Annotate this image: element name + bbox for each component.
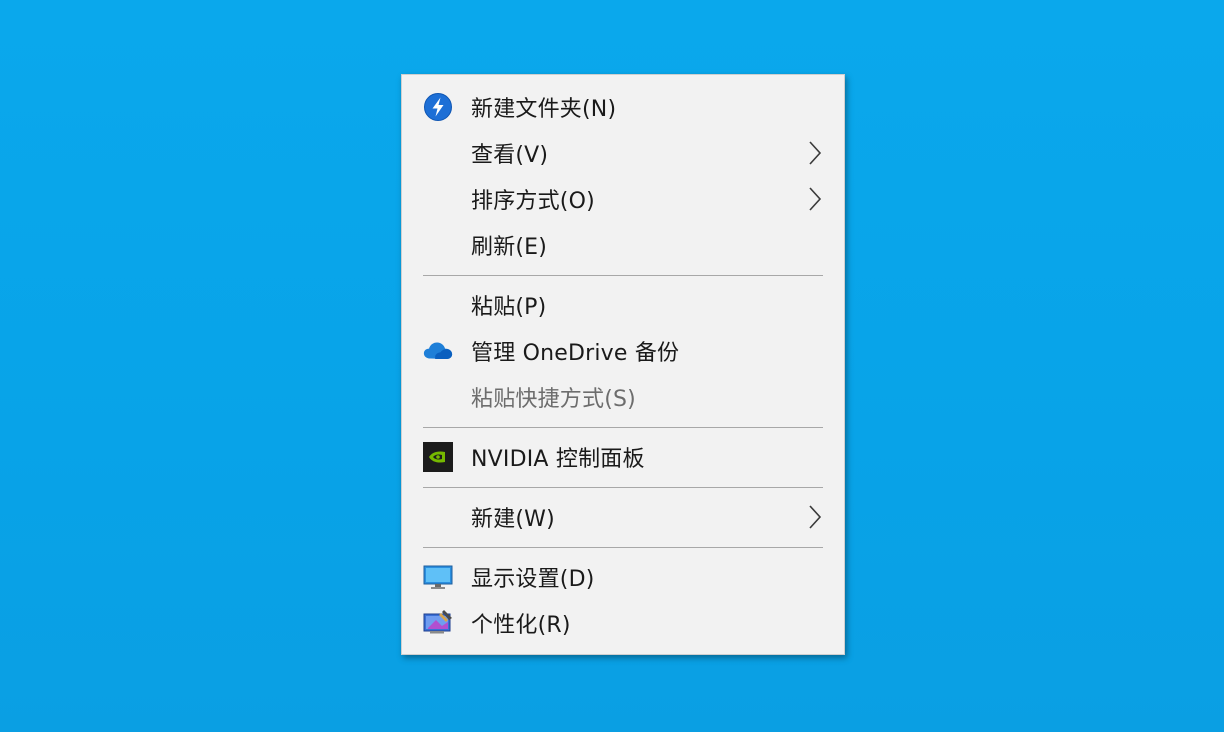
menu-item-paste[interactable]: 粘贴(P) xyxy=(402,282,844,328)
menu-item-view[interactable]: 查看(V) xyxy=(402,130,844,176)
menu-item-label: 粘贴(P) xyxy=(471,295,547,320)
menu-item-label: 排序方式(O) xyxy=(471,189,595,214)
menu-item-new[interactable]: 新建(W) xyxy=(402,494,844,540)
menu-item-label: 新建文件夹(N) xyxy=(471,97,617,122)
cloud-icon xyxy=(422,335,454,367)
menu-item-label: 粘贴快捷方式(S) xyxy=(471,387,636,412)
lightning-badge-icon xyxy=(422,91,454,123)
menu-item-sort-by[interactable]: 排序方式(O) xyxy=(402,176,844,222)
chevron-right-icon xyxy=(806,503,824,531)
menu-item-label: NVIDIA 控制面板 xyxy=(471,447,645,472)
nvidia-logo-icon xyxy=(422,441,454,473)
menu-item-label: 刷新(E) xyxy=(471,235,548,260)
menu-separator xyxy=(423,275,823,276)
menu-item-label: 个性化(R) xyxy=(471,613,571,638)
menu-item-onedrive-backup[interactable]: 管理 OneDrive 备份 xyxy=(402,328,844,374)
chevron-right-icon xyxy=(806,139,824,167)
menu-item-refresh[interactable]: 刷新(E) xyxy=(402,222,844,268)
menu-item-personalize[interactable]: 个性化(R) xyxy=(402,600,844,646)
menu-separator xyxy=(423,427,823,428)
menu-item-label: 新建(W) xyxy=(471,507,555,532)
paint-monitor-icon xyxy=(422,607,454,639)
desktop[interactable]: 新建文件夹(N) 查看(V) 排序方式(O) 刷新(E) 粘贴(P) 管理 On… xyxy=(0,0,1224,732)
menu-item-new-folder[interactable]: 新建文件夹(N) xyxy=(402,84,844,130)
chevron-right-icon xyxy=(806,185,824,213)
menu-item-display-settings[interactable]: 显示设置(D) xyxy=(402,554,844,600)
menu-separator xyxy=(423,487,823,488)
menu-item-paste-shortcut[interactable]: 粘贴快捷方式(S) xyxy=(402,374,844,420)
monitor-icon xyxy=(422,561,454,593)
menu-item-label: 查看(V) xyxy=(471,143,549,168)
menu-separator xyxy=(423,547,823,548)
desktop-context-menu: 新建文件夹(N) 查看(V) 排序方式(O) 刷新(E) 粘贴(P) 管理 On… xyxy=(401,74,845,655)
menu-item-label: 显示设置(D) xyxy=(471,567,595,592)
menu-item-label: 管理 OneDrive 备份 xyxy=(471,341,680,366)
menu-item-nvidia-control-panel[interactable]: NVIDIA 控制面板 xyxy=(402,434,844,480)
